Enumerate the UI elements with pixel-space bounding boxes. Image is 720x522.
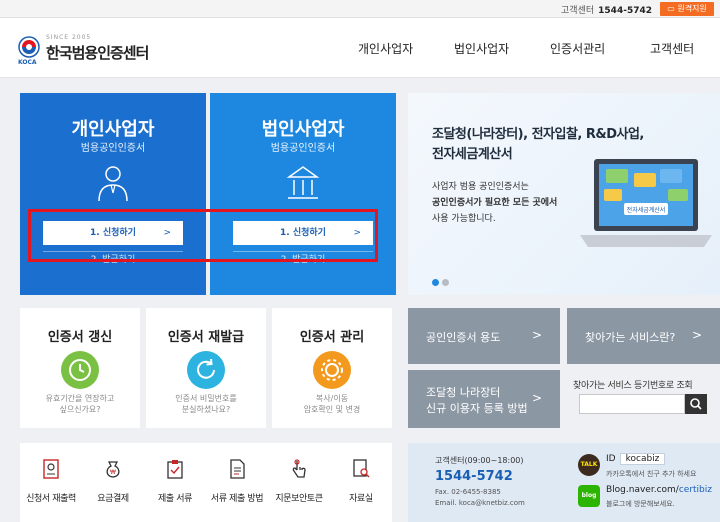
logo-name: 한국범용인증센터 bbox=[46, 44, 149, 62]
chevron-right-icon: > bbox=[531, 328, 542, 342]
svg-text:₩: ₩ bbox=[110, 469, 116, 476]
clipboard-check-icon bbox=[167, 460, 183, 479]
blog-description: 블로그에 방문해보세요. bbox=[606, 500, 675, 508]
quick-submission-method[interactable]: 서류 제출 방법 bbox=[206, 443, 268, 522]
renew-certificate-card[interactable]: 인증서 갱신 유효기간을 연장하고 싶으신가요? bbox=[20, 308, 140, 428]
tracking-lookup: 찾아가는 서비스 등기번호로 조회 bbox=[567, 370, 720, 430]
money-bag-icon: ₩ bbox=[106, 461, 120, 478]
blog-link[interactable]: Blog.naver.com/certibiz bbox=[606, 485, 712, 495]
logo-abbr: KOCA bbox=[18, 59, 37, 66]
site-header: SINCE 2005 한국범용인증센터 KOCA 개인사업자 법인사업자 인증서… bbox=[0, 18, 720, 78]
search-button[interactable] bbox=[685, 394, 707, 414]
individual-business-panel: 개인사업자 범용공인인증서 1. 신청하기 > 2. 발급하기 bbox=[20, 93, 206, 295]
koca-logo-icon bbox=[18, 36, 40, 58]
refresh-icon bbox=[187, 351, 225, 389]
banner-description: 사업자 범용 공인인증서는 공인인증서가 필요한 모든 곳에서 사용 가능합니다… bbox=[432, 182, 558, 224]
search-icon bbox=[690, 398, 702, 410]
corporate-business-panel: 법인사업자 범용공인인증서 1. 신청하기 > 2. 발급하기 bbox=[210, 93, 396, 295]
contact-info: 고객센터(09:00~18:00) 1544-5742 Fax. 02-6455… bbox=[408, 443, 720, 522]
highlight-annotation-box bbox=[28, 209, 378, 262]
carousel-dots bbox=[432, 271, 452, 290]
gear-icon bbox=[313, 351, 351, 389]
contact-fax-email: Fax. 02-6455-8385 Email. koca@knetbiz.co… bbox=[435, 488, 525, 507]
carousel-dot[interactable] bbox=[442, 279, 449, 286]
quick-payment[interactable]: ₩ 요금결제 bbox=[82, 443, 144, 522]
quick-fingerprint-token[interactable]: 지문보안토큰 bbox=[268, 443, 330, 522]
panel-subtitle: 범용공인인증서 bbox=[80, 143, 146, 154]
card-description: 유효기간을 연장하고 싶으신가요? bbox=[45, 394, 115, 414]
card-description: 복사/이동 암호확인 및 변경 bbox=[303, 394, 361, 414]
quick-documents[interactable]: 제출 서류 bbox=[144, 443, 206, 522]
tracking-number-input[interactable] bbox=[579, 394, 685, 414]
visiting-service-button[interactable]: 찾아가는 서비스란? > bbox=[567, 308, 720, 364]
blog-icon[interactable]: blog bbox=[578, 485, 600, 507]
remote-support-button[interactable]: ▭ 원격지원 bbox=[660, 2, 714, 16]
customer-center-phone: 1544-5742 bbox=[598, 6, 652, 16]
building-icon bbox=[286, 166, 320, 199]
monitor-icon: ▭ bbox=[667, 4, 678, 13]
hand-pointer-icon bbox=[292, 459, 306, 478]
nav-individual-business[interactable]: 개인사업자 bbox=[358, 40, 413, 57]
site-logo[interactable]: SINCE 2005 한국범용인증센터 KOCA bbox=[18, 32, 178, 66]
laptop-illustration-icon: 전자세금계산서 bbox=[580, 159, 712, 247]
panel-title: 법인사업자 bbox=[261, 119, 345, 140]
nav-certificate-management[interactable]: 인증서관리 bbox=[550, 40, 605, 57]
contact-hours: 고객센터(09:00~18:00) bbox=[435, 456, 524, 465]
card-description: 인증서 비밀번호를 분실하셨나요? bbox=[175, 394, 237, 414]
customer-center-label: 고객센터 bbox=[561, 6, 595, 16]
tracking-lookup-label: 찾아가는 서비스 등기번호로 조회 bbox=[573, 381, 693, 391]
clock-icon bbox=[61, 351, 99, 389]
document-icon bbox=[230, 459, 245, 479]
chevron-right-icon: > bbox=[531, 391, 542, 405]
quick-menu: 신청서 재출력 ₩ 요금결제 제출 서류 서류 제출 방법 지문보안토큰 자료실 bbox=[20, 443, 392, 522]
logo-since: SINCE 2005 bbox=[46, 34, 92, 41]
nav-corporate-business[interactable]: 법인사업자 bbox=[454, 40, 509, 57]
panel-title: 개인사업자 bbox=[71, 119, 155, 140]
laptop-screen-label: 전자세금계산서 bbox=[627, 206, 666, 214]
panel-subtitle: 범용공인인증서 bbox=[270, 143, 336, 154]
procurement-registration-button[interactable]: 조달청 나라장터 신규 이용자 등록 방법 > bbox=[408, 370, 560, 428]
nav-customer-center[interactable]: 고객센터 bbox=[650, 40, 694, 57]
quick-reprint-application[interactable]: 신청서 재출력 bbox=[20, 443, 82, 522]
kakao-id[interactable]: ID kocabiz bbox=[606, 453, 666, 465]
manage-certificate-card[interactable]: 인증서 관리 복사/이동 암호확인 및 변경 bbox=[272, 308, 392, 428]
reissue-certificate-card[interactable]: 인증서 재발급 인증서 비밀번호를 분실하셨나요? bbox=[146, 308, 266, 428]
top-utility-bar: 고객센터 1544-5742 ▭ 원격지원 bbox=[0, 0, 720, 18]
person-icon bbox=[98, 166, 128, 202]
kakaotalk-icon[interactable]: TALK bbox=[578, 454, 600, 476]
chevron-right-icon: > bbox=[691, 328, 702, 342]
carousel-dot-active[interactable] bbox=[432, 279, 439, 286]
customer-center-info: 고객센터 1544-5742 bbox=[561, 3, 652, 16]
kakao-description: 카카오톡에서 친구 추가 하세요 bbox=[606, 470, 697, 478]
document-search-icon bbox=[353, 459, 370, 478]
quick-archive[interactable]: 자료실 bbox=[330, 443, 392, 522]
contact-phone: 1544-5742 bbox=[435, 469, 513, 484]
certificate-usage-button[interactable]: 공인인증서 용도 > bbox=[408, 308, 560, 364]
certificate-icon bbox=[43, 459, 59, 479]
promo-banner[interactable]: 조달청(나라장터), 전자입찰, R&D사업, 전자세금계산서 사업자 범용 공… bbox=[408, 93, 720, 295]
